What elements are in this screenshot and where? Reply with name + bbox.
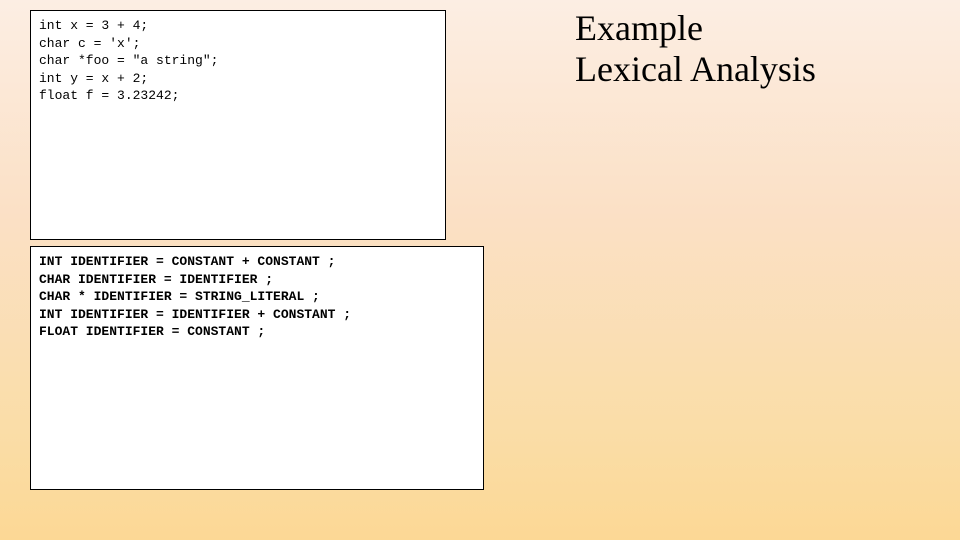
slide-title: Example Lexical Analysis xyxy=(575,8,816,91)
title-line-1: Example xyxy=(575,8,703,48)
source-code-panel: int x = 3 + 4; char c = 'x'; char *foo =… xyxy=(30,10,446,240)
title-line-2: Lexical Analysis xyxy=(575,49,816,89)
source-code-text: int x = 3 + 4; char c = 'x'; char *foo =… xyxy=(39,17,437,105)
token-output-panel: INT IDENTIFIER = CONSTANT + CONSTANT ; C… xyxy=(30,246,484,490)
token-output-text: INT IDENTIFIER = CONSTANT + CONSTANT ; C… xyxy=(39,253,475,341)
